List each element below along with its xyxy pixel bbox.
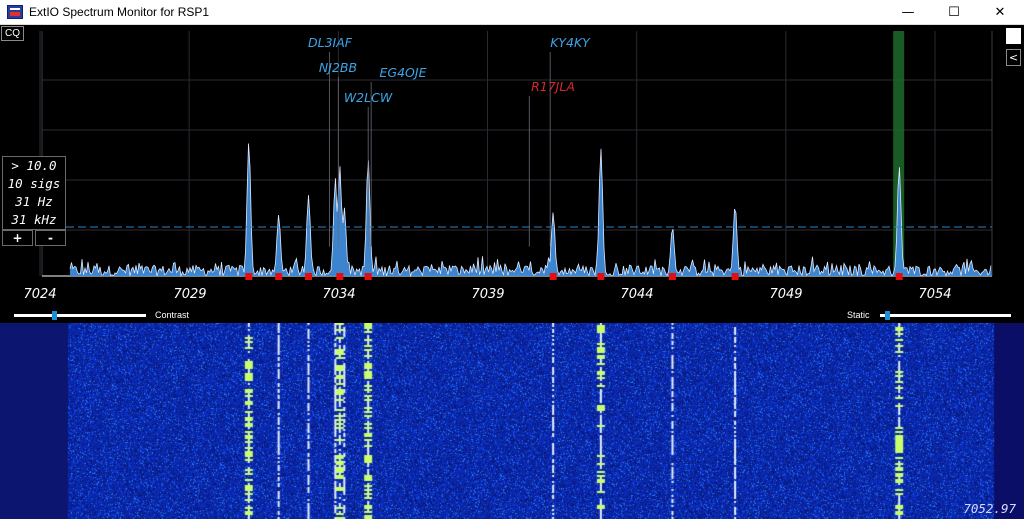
signal-marker xyxy=(731,273,739,280)
signal-marker xyxy=(275,273,283,280)
signal-marker xyxy=(895,273,903,280)
minimize-button[interactable]: — xyxy=(885,0,931,25)
callsign-label: KY4KY xyxy=(550,35,591,50)
callsign-label: NJ2BB xyxy=(319,60,357,75)
spectrum-chart[interactable]: DL3IAF NJ2BB EG4OJE W2LCW KY4KY R17JLA xyxy=(0,25,1024,321)
contrast-slider-thumb[interactable] xyxy=(51,311,57,320)
spectrum-panel[interactable]: DL3IAF NJ2BB EG4OJE W2LCW KY4KY R17JLA CQ < >… xyxy=(0,25,1024,321)
callsign-label: DL3IAF xyxy=(308,35,353,50)
callsign-label: W2LCW xyxy=(344,90,393,105)
signal-marker xyxy=(364,273,372,280)
spectrum-trace xyxy=(69,143,992,278)
zoom-in-button[interactable]: + xyxy=(2,230,33,246)
cursor-frequency: 7052.97 xyxy=(963,501,1016,516)
tick-label: 7039 xyxy=(471,287,505,302)
signal-marker xyxy=(549,273,557,280)
signal-marker xyxy=(305,273,312,280)
waterfall-display[interactable] xyxy=(0,323,1024,519)
stats-box: > 10.0 10 sigs 31 Hz 31 kHz xyxy=(2,156,66,230)
close-button[interactable]: ✕ xyxy=(977,0,1023,25)
signal-marker xyxy=(597,273,605,280)
contrast-label: Contrast xyxy=(155,310,190,320)
spectrum-grid xyxy=(39,31,993,277)
zoom-out-button[interactable]: - xyxy=(35,230,66,246)
tick-label: 7044 xyxy=(620,287,654,302)
span-readout: 31 kHz xyxy=(11,212,57,227)
bin-width: 31 Hz xyxy=(15,194,53,209)
callsign-labels: DL3IAF NJ2BB EG4OJE W2LCW KY4KY R17JLA xyxy=(308,35,591,105)
tick-label: 7034 xyxy=(322,287,356,302)
tick-label: 7054 xyxy=(918,287,952,302)
spectrum-area xyxy=(70,143,992,276)
tick-label: 7049 xyxy=(769,287,803,302)
static-label: Static xyxy=(847,310,870,320)
waterfall-panel[interactable]: 7052.97 xyxy=(0,323,1024,519)
contrast-slider-track[interactable] xyxy=(14,314,146,317)
signal-count: 10 sigs xyxy=(7,176,61,191)
callsign-label: EG4OJE xyxy=(380,65,427,80)
side-panel-toggle[interactable]: < xyxy=(1006,49,1021,66)
maximize-button[interactable]: ☐ xyxy=(931,0,977,25)
signal-marker xyxy=(245,273,253,280)
threshold-readout: > 10.0 xyxy=(11,158,57,173)
cq-filter-button[interactable]: CQ xyxy=(1,26,24,41)
callsign-leaders xyxy=(328,52,551,247)
side-strip xyxy=(1006,28,1021,44)
signal-marker xyxy=(336,273,344,280)
static-slider-track[interactable] xyxy=(880,314,1011,317)
app-icon xyxy=(7,5,23,19)
tick-label: 7024 xyxy=(23,287,57,302)
window-title: ExtIO Spectrum Monitor for RSP1 xyxy=(29,5,210,19)
tick-label: 7029 xyxy=(173,287,207,302)
callsign-label: R17JLA xyxy=(531,79,575,94)
title-bar: ExtIO Spectrum Monitor for RSP1 — ☐ ✕ xyxy=(0,0,1024,25)
signal-marker xyxy=(668,273,676,280)
static-slider-thumb[interactable] xyxy=(884,311,890,320)
